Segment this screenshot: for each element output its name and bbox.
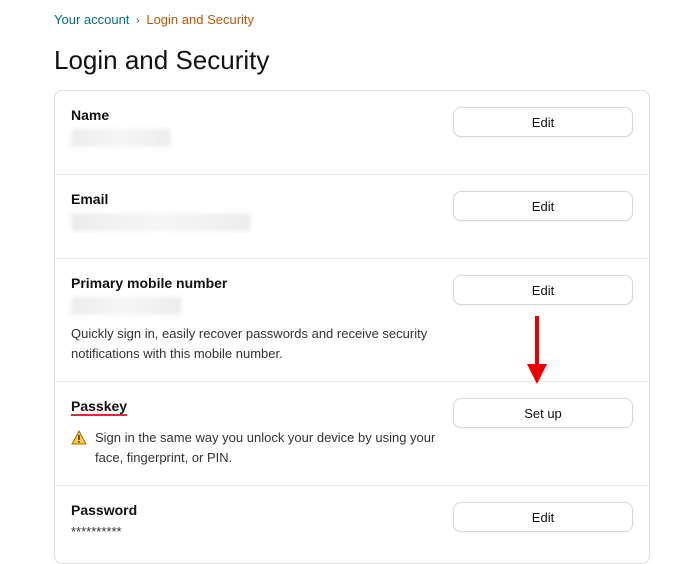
settings-card: Name Edit Email Edit Primary mobile numb… bbox=[54, 90, 650, 564]
passkey-label: Passkey bbox=[71, 398, 127, 416]
row-mobile: Primary mobile number Quickly sign in, e… bbox=[55, 259, 649, 382]
edit-email-button[interactable]: Edit bbox=[453, 191, 633, 221]
page-title: Login and Security bbox=[0, 45, 680, 90]
breadcrumb: Your account › Login and Security bbox=[0, 6, 680, 45]
edit-mobile-button[interactable]: Edit bbox=[453, 275, 633, 305]
name-label: Name bbox=[71, 107, 453, 123]
warning-icon bbox=[71, 430, 87, 446]
mobile-value-redacted bbox=[71, 297, 181, 315]
mobile-help-text: Quickly sign in, easily recover password… bbox=[71, 324, 451, 363]
email-value-redacted bbox=[71, 213, 251, 231]
row-password: Password ********** Edit bbox=[55, 486, 649, 563]
edit-password-button[interactable]: Edit bbox=[453, 502, 633, 532]
email-label: Email bbox=[71, 191, 453, 207]
breadcrumb-current: Login and Security bbox=[146, 12, 254, 27]
row-email: Email Edit bbox=[55, 175, 649, 259]
breadcrumb-parent-link[interactable]: Your account bbox=[54, 12, 129, 27]
chevron-right-icon: › bbox=[136, 15, 140, 27]
mobile-label: Primary mobile number bbox=[71, 275, 453, 291]
row-name: Name Edit bbox=[55, 91, 649, 175]
passkey-help-text: Sign in the same way you unlock your dev… bbox=[95, 428, 453, 467]
row-passkey: Passkey Sign in the same way you unlock … bbox=[55, 382, 649, 486]
name-value-redacted bbox=[71, 129, 171, 147]
password-label: Password bbox=[71, 502, 453, 518]
setup-passkey-button[interactable]: Set up bbox=[453, 398, 633, 428]
edit-name-button[interactable]: Edit bbox=[453, 107, 633, 137]
password-value: ********** bbox=[71, 524, 453, 539]
